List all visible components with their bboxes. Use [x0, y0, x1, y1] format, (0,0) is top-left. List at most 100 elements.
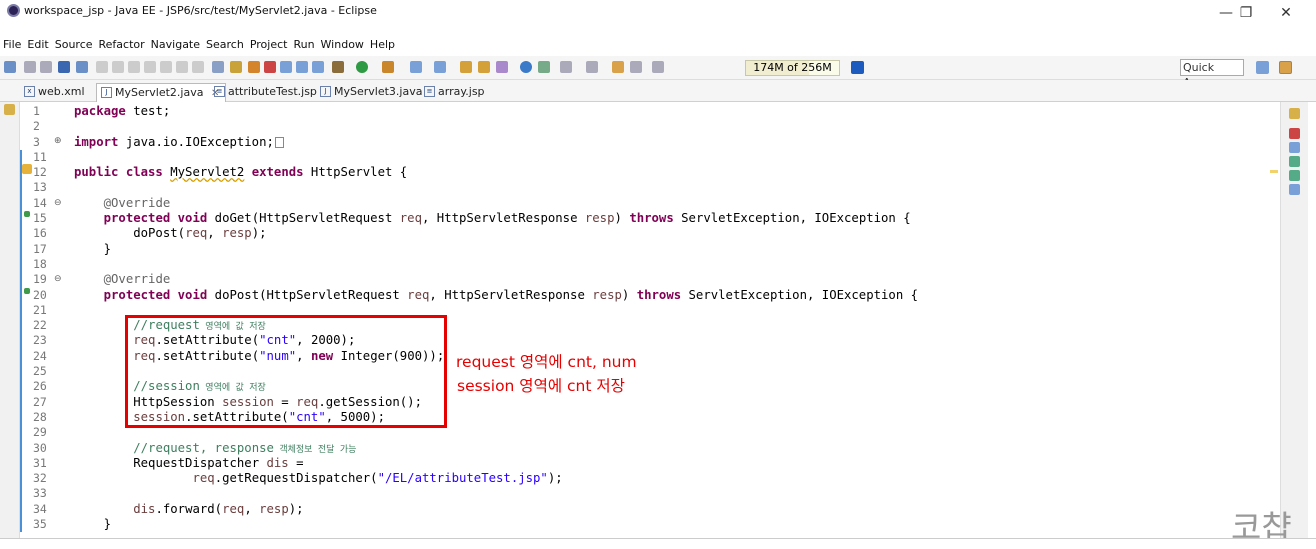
hierarchy-icon[interactable]	[1289, 156, 1300, 167]
menu-help[interactable]: Help	[367, 36, 398, 53]
palette-icon[interactable]	[1289, 170, 1300, 181]
line-number: 11	[20, 149, 53, 166]
wizard-icon[interactable]	[230, 61, 242, 73]
task-list-icon[interactable]	[1289, 142, 1300, 153]
folded-imports-icon[interactable]	[274, 136, 284, 148]
java-ee-perspective-icon[interactable]	[1279, 61, 1292, 74]
code-token: req	[407, 287, 430, 302]
restore-view-icon[interactable]	[4, 104, 15, 115]
menu-source[interactable]: Source	[52, 36, 96, 53]
menu-refactor[interactable]: Refactor	[96, 36, 148, 53]
forward-icon[interactable]	[652, 61, 664, 73]
console-icon[interactable]	[58, 61, 70, 73]
line-number: 19	[20, 272, 53, 288]
outline-icon[interactable]	[1289, 128, 1300, 139]
tab-attributetest-jsp[interactable]: ≡ attributeTest.jsp	[210, 83, 317, 102]
disconnect-icon[interactable]	[144, 61, 156, 73]
skip-breakpoints-icon[interactable]	[76, 61, 88, 73]
suspend-icon[interactable]	[112, 61, 124, 73]
menu-run[interactable]: Run	[290, 36, 317, 53]
open-type-icon[interactable]	[248, 61, 260, 73]
code-comment: 객체정보 전달 가능	[273, 444, 357, 455]
menu-search[interactable]: Search	[203, 36, 247, 53]
open-task-icon[interactable]	[460, 61, 472, 73]
web-icon[interactable]	[280, 61, 292, 73]
restore-button[interactable]: ❐	[1226, 2, 1266, 24]
tab-myservlet3-java[interactable]: J MyServlet3.java	[316, 83, 422, 102]
line-number: 29	[20, 425, 53, 441]
servers-icon[interactable]	[1289, 184, 1300, 195]
quick-access-input[interactable]: Quick Access	[1180, 59, 1244, 89]
new-server-icon[interactable]	[410, 61, 422, 73]
menu-project[interactable]: Project	[247, 36, 291, 53]
line-number: 16	[20, 226, 53, 242]
tab-myservlet2-java[interactable]: J MyServlet2.java ✕	[96, 83, 227, 102]
warning-marker[interactable]	[1270, 170, 1278, 173]
code-token: RequestDispatcher	[133, 455, 267, 470]
code-string: "/EL/attributeTest.jsp"	[377, 471, 548, 486]
jsp-file-icon: ≡	[214, 86, 225, 97]
override-marker-icon[interactable]	[22, 164, 32, 174]
menu-navigate[interactable]: Navigate	[148, 36, 203, 53]
fold-toggle-icon[interactable]: ⊖	[54, 198, 62, 208]
pen-icon[interactable]	[496, 61, 508, 73]
step-over-icon[interactable]	[176, 61, 188, 73]
annotation-icon[interactable]	[538, 61, 550, 73]
main-toolbar: 174M of 256M Quick Access	[0, 56, 1316, 89]
save-all-icon[interactable]	[40, 61, 52, 73]
back-icon[interactable]	[630, 61, 642, 73]
close-button[interactable]: ✕	[1266, 2, 1306, 24]
save-icon[interactable]	[24, 61, 36, 73]
code-editor[interactable]: 1 2 3 11 12 13 14 15 16 17 18 19 20 21 2…	[20, 102, 1268, 538]
heap-status[interactable]: 174M of 256M	[745, 60, 840, 76]
line-number: 14	[20, 195, 53, 212]
override-arrow-icon[interactable]	[24, 288, 30, 294]
search-tool-icon[interactable]	[478, 61, 490, 73]
new-icon[interactable]	[4, 61, 16, 73]
tab-array-jsp[interactable]: ≡ array.jsp	[420, 83, 485, 102]
code-token: .getRequestDispatcher(	[214, 471, 378, 486]
code-token: dis	[266, 455, 289, 470]
override-arrow-icon[interactable]	[24, 211, 30, 217]
code-token: @Override	[103, 195, 171, 210]
table-icon[interactable]	[312, 61, 324, 73]
step-return-icon[interactable]	[192, 61, 204, 73]
last-edit-icon[interactable]	[612, 61, 624, 73]
resume-icon[interactable]	[96, 61, 108, 73]
line-number: 35	[20, 517, 53, 533]
code-token: java.io.IOException;	[118, 134, 274, 149]
right-trim-bar	[1280, 102, 1308, 542]
tab-web-xml[interactable]: x web.xml	[20, 83, 85, 102]
run-icon[interactable]	[356, 61, 368, 73]
terminate-icon[interactable]	[128, 61, 140, 73]
tab-label: web.xml	[38, 85, 85, 98]
code-token: ServletException, IOException {	[673, 211, 911, 226]
open-perspective-icon[interactable]	[1256, 61, 1269, 74]
garbage-collect-icon[interactable]	[851, 61, 864, 74]
step-into-icon[interactable]	[160, 61, 172, 73]
next-annotation-icon[interactable]	[560, 61, 572, 73]
debug-icon[interactable]	[332, 61, 344, 73]
code-token: }	[74, 517, 112, 532]
code-token: resp	[584, 211, 615, 226]
code-token: resp	[222, 226, 252, 241]
layout-icon[interactable]	[296, 61, 308, 73]
code-token: public class	[74, 165, 163, 180]
external-tools-icon[interactable]	[382, 61, 394, 73]
line-number: 18	[20, 256, 53, 273]
code-token: doPost(	[74, 226, 186, 241]
restore-view-icon[interactable]	[1289, 108, 1300, 119]
overview-ruler[interactable]	[1268, 102, 1280, 538]
fold-toggle-icon[interactable]: ⊕	[54, 136, 62, 146]
menu-file[interactable]: File	[0, 36, 24, 53]
code-token: package	[74, 104, 126, 118]
fold-toggle-icon[interactable]: ⊖	[54, 274, 62, 284]
menu-window[interactable]: Window	[318, 36, 367, 53]
new-class-icon[interactable]	[434, 61, 446, 73]
task-icon[interactable]	[264, 61, 276, 73]
menu-edit[interactable]: Edit	[24, 36, 51, 53]
prev-annotation-icon[interactable]	[586, 61, 598, 73]
server-icon[interactable]	[212, 61, 224, 73]
line-number: 28	[20, 409, 53, 426]
globe-icon[interactable]	[520, 61, 532, 73]
